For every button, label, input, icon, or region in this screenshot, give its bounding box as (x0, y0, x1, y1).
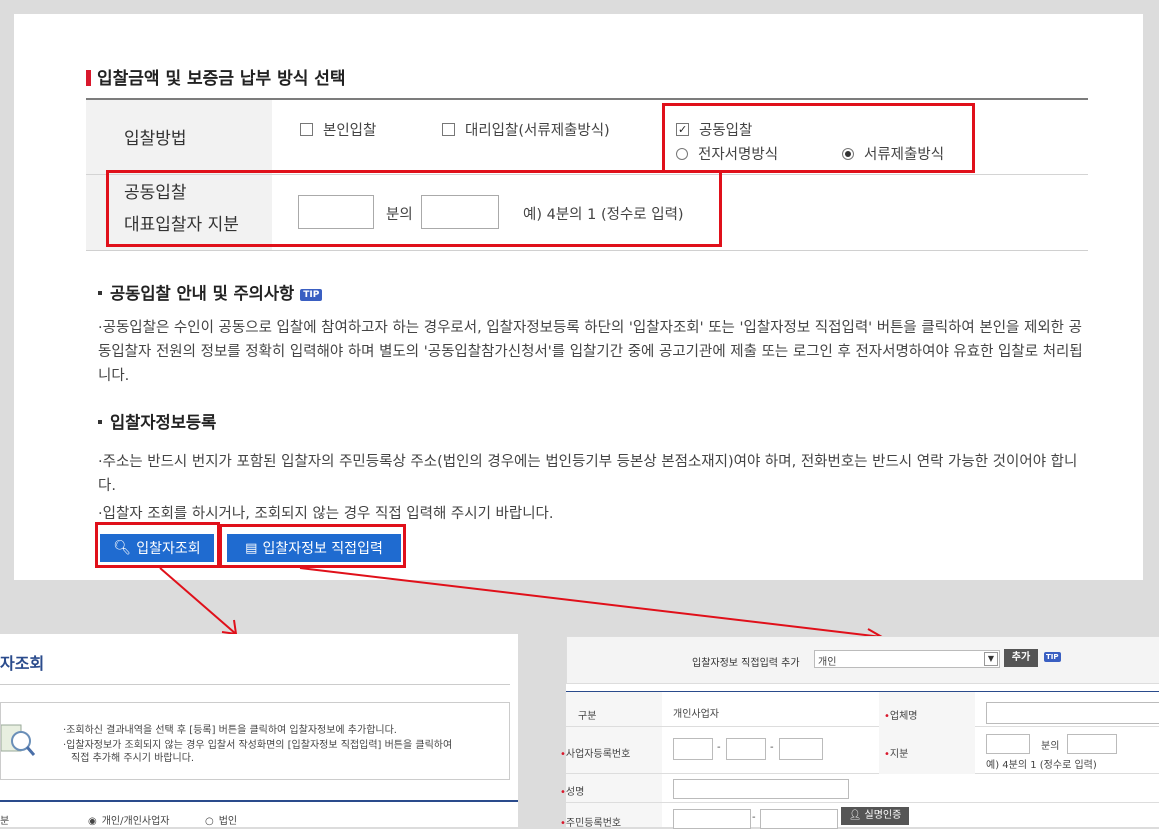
dash: - (770, 742, 774, 753)
add-button[interactable]: 추가 (1004, 649, 1038, 667)
share-label: •지분 (884, 749, 909, 760)
filter-label: 분 (0, 816, 10, 827)
magnifier-icon (0, 723, 36, 757)
bizno-label-text: 사업자등록번호 (565, 749, 631, 760)
share-between: 분의 (1041, 741, 1060, 752)
dialog-title: 자조회 (0, 654, 45, 673)
share-num-input[interactable] (986, 734, 1030, 754)
name-label: •성명 (560, 787, 585, 798)
add-label: 입찰자정보 직접입력 추가 (692, 658, 800, 669)
radio-individual[interactable]: ◉ 개인/개인사업자 (88, 812, 170, 827)
share-example: 예) 4분의 1 (정수로 입력) (986, 760, 1097, 771)
bizno-label: •사업자등록번호 (560, 749, 631, 760)
radio-corporation[interactable]: ○ 법인 (205, 812, 237, 827)
share-den-input[interactable] (1067, 734, 1117, 754)
bizno-input-1[interactable] (673, 738, 713, 760)
dialog-info-1: ·조회하신 결과내역을 선택 후 [등록] 버튼을 클릭하여 입찰자정보에 추가… (63, 725, 397, 736)
company-input[interactable] (986, 702, 1159, 724)
bizno-input-3[interactable] (779, 738, 823, 760)
bizno-input-2[interactable] (726, 738, 766, 760)
form-row-divider (566, 802, 1159, 803)
dialog-filter-row: 분 ◉ 개인/개인사업자 ○ 법인 (0, 800, 518, 829)
verify-button-label: 실명인증 (864, 810, 902, 821)
rrn-input-2[interactable] (760, 809, 838, 829)
info-box: ·조회하신 결과내역을 선택 후 [등록] 버튼을 클릭하여 입찰자정보에 추가… (0, 702, 510, 780)
arrow-to-direct-panel (299, 567, 883, 638)
tip-badge[interactable]: TIP (1044, 652, 1061, 662)
type-select[interactable]: 개인 ▼ (814, 650, 1000, 668)
type-value: 개인사업자 (673, 709, 719, 720)
dialog-info-3: 직접 추가해 주시기 바랍니다. (71, 753, 195, 764)
dash: - (752, 812, 756, 823)
form-label-column-2 (879, 692, 975, 774)
bidder-search-dialog: 자조회 ·조회하신 결과내역을 선택 후 [등록] 버튼을 클릭하여 입찰자정보… (0, 634, 518, 827)
rrn-label-text: 주민등록번호 (565, 818, 622, 829)
name-label-text: 성명 (565, 787, 585, 798)
person-icon: 👤︎ (848, 810, 862, 821)
type-label: 구분 (578, 711, 597, 722)
direct-input-panel: 입찰자정보 직접입력 추가 개인 ▼ 추가 TIP 구분 개인사업자 •업체명 … (560, 636, 1159, 829)
radio-corporation-label: 법인 (218, 816, 238, 827)
rrn-input-1[interactable] (673, 809, 751, 829)
verify-button[interactable]: 👤︎ 실명인증 (841, 807, 909, 825)
radio-selected-icon[interactable]: ◉ (88, 816, 97, 827)
company-label: •업체명 (884, 711, 918, 722)
form-row-divider (566, 726, 1159, 727)
company-label-text: 업체명 (889, 711, 918, 722)
radio-empty-icon[interactable]: ○ (205, 816, 214, 827)
share-label-text: 지분 (889, 749, 909, 760)
form-row-divider (566, 773, 1159, 774)
type-select-value: 개인 (818, 657, 837, 668)
dialog-divider (0, 684, 510, 685)
name-input[interactable] (673, 779, 849, 799)
dash: - (717, 742, 721, 753)
chevron-down-icon[interactable]: ▼ (984, 652, 998, 666)
radio-individual-label: 개인/개인사업자 (101, 816, 170, 827)
arrow-to-search-dialog (159, 567, 237, 635)
